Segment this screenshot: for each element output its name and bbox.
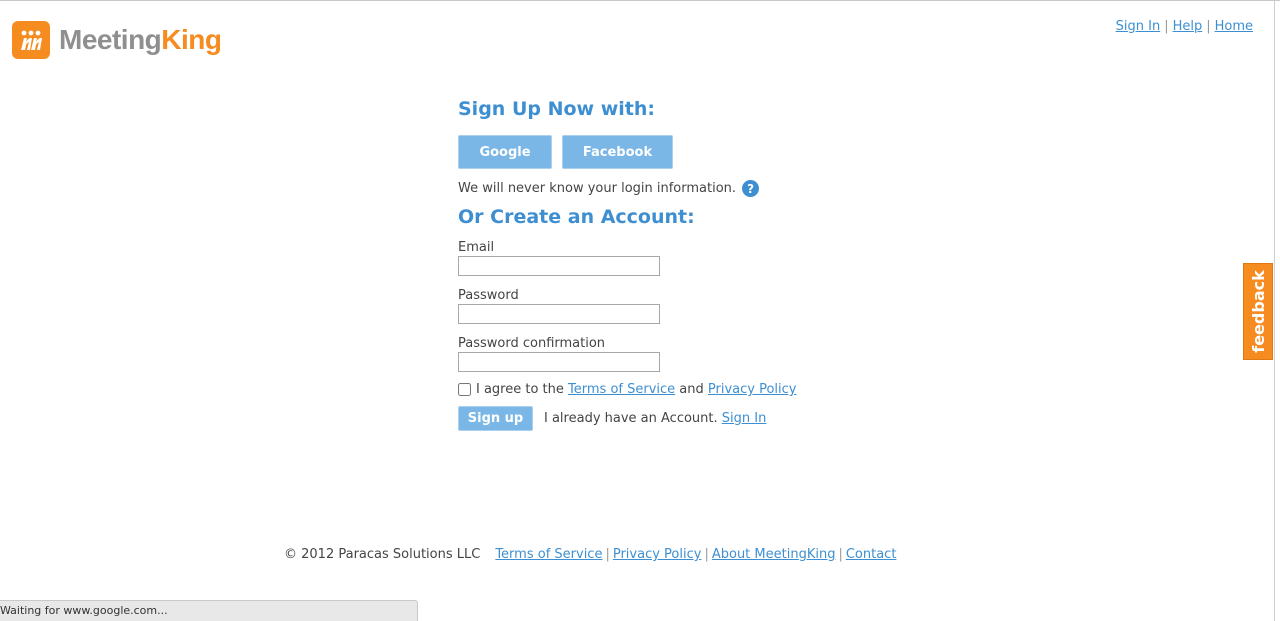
terms-of-service-link[interactable]: Terms of Service xyxy=(568,382,675,397)
agree-and-text: and xyxy=(679,382,704,397)
submit-row: Sign up I already have an Account. Sign … xyxy=(458,406,878,431)
logo-mark-icon xyxy=(12,21,50,59)
password-confirm-label: Password confirmation xyxy=(458,336,606,351)
footer-about-link[interactable]: About MeetingKing xyxy=(712,547,836,562)
google-signup-button[interactable]: Google xyxy=(458,135,552,169)
logo-text: MeetingKing xyxy=(59,24,222,56)
existing-account-text: I already have an Account. xyxy=(544,411,718,426)
footer: © 2012 Paracas Solutions LLC Terms of Se… xyxy=(284,547,896,562)
copyright-text: © 2012 Paracas Solutions LLC xyxy=(284,547,481,562)
email-field-group: Email xyxy=(458,241,878,276)
password-field-group: Password xyxy=(458,289,878,324)
password-field[interactable] xyxy=(458,304,660,324)
top-nav: Sign In | Help | Home xyxy=(1116,19,1253,34)
browser-status-bar: Waiting for www.google.com... xyxy=(0,600,418,621)
footer-separator: | xyxy=(838,547,843,562)
footer-links: Terms of Service | Privacy Policy | About Me… xyxy=(495,547,896,562)
signup-heading: Sign Up Now with: xyxy=(458,98,655,120)
footer-separator: | xyxy=(704,547,709,562)
nav-help-link[interactable]: Help xyxy=(1173,19,1203,34)
sign-up-button[interactable]: Sign up xyxy=(458,406,533,431)
signup-panel: Sign Up Now with: Google Facebook We wil… xyxy=(458,98,878,431)
email-label: Email xyxy=(458,240,495,255)
nav-separator: | xyxy=(1206,19,1211,34)
privacy-note-text: We will never know your login informatio… xyxy=(458,181,737,196)
terms-agreement: I agree to the Terms of Service and Priv… xyxy=(458,382,878,397)
password-confirm-field[interactable] xyxy=(458,352,660,372)
social-login-buttons: Google Facebook xyxy=(458,135,878,169)
page: MeetingKing Sign In | Help | Home Sign Up No… xyxy=(0,0,1280,621)
help-icon[interactable]: ? xyxy=(742,180,760,197)
feedback-tab[interactable]: feedback xyxy=(1243,263,1273,360)
logo[interactable]: MeetingKing xyxy=(12,21,222,59)
feedback-tab-label: feedback xyxy=(1248,270,1268,353)
password-label: Password xyxy=(458,288,519,303)
agree-prefix-text: I agree to the xyxy=(476,382,564,397)
privacy-policy-link[interactable]: Privacy Policy xyxy=(708,382,797,397)
footer-privacy-link[interactable]: Privacy Policy xyxy=(613,547,702,562)
logo-m-icon xyxy=(21,30,42,50)
create-account-heading: Or Create an Account: xyxy=(458,206,695,228)
footer-separator: | xyxy=(605,547,610,562)
privacy-note: We will never know your login informatio… xyxy=(458,180,878,197)
email-field[interactable] xyxy=(458,256,660,276)
sign-in-link[interactable]: Sign In xyxy=(722,411,767,426)
logo-text-king: King xyxy=(161,24,222,55)
nav-separator: | xyxy=(1164,19,1169,34)
scrollbar-edge xyxy=(1274,1,1275,621)
footer-contact-link[interactable]: Contact xyxy=(846,547,897,562)
password-confirm-field-group: Password confirmation xyxy=(458,337,878,372)
logo-text-meeting: Meeting xyxy=(59,24,162,55)
nav-sign-in-link[interactable]: Sign In xyxy=(1116,19,1161,34)
footer-terms-link[interactable]: Terms of Service xyxy=(495,547,602,562)
agree-terms-checkbox[interactable] xyxy=(458,383,471,396)
facebook-signup-button[interactable]: Facebook xyxy=(562,135,673,169)
nav-home-link[interactable]: Home xyxy=(1215,19,1253,34)
